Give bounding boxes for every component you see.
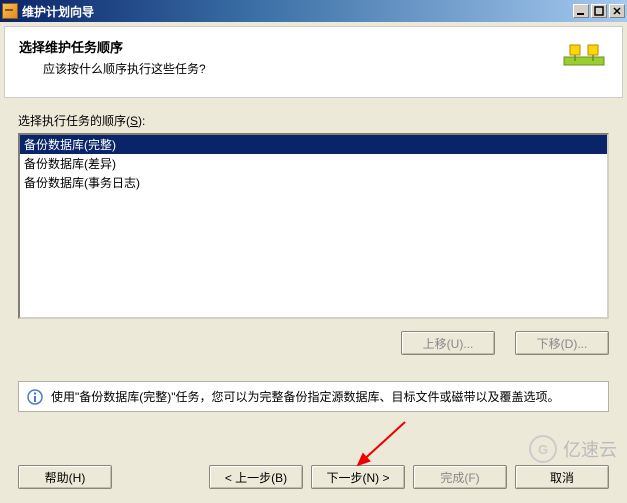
watermark-text: 亿速云 bbox=[563, 436, 617, 462]
window-title: 维护计划向导 bbox=[22, 3, 571, 20]
cancel-button[interactable]: 取消 bbox=[515, 465, 609, 489]
info-icon bbox=[27, 389, 43, 405]
watermark: G 亿速云 bbox=[529, 435, 617, 463]
close-button[interactable] bbox=[609, 4, 625, 18]
app-icon bbox=[2, 3, 18, 19]
wizard-icon bbox=[560, 37, 608, 85]
move-down-button[interactable]: 下移(D)... bbox=[515, 331, 609, 355]
back-button[interactable]: < 上一步(B) bbox=[209, 465, 303, 489]
annotation-arrow-icon bbox=[350, 417, 410, 470]
info-text: 使用"备份数据库(完整)"任务，您可以为完整备份指定源数据库、目标文件或磁带以及… bbox=[51, 388, 560, 405]
list-label: 选择执行任务的顺序(S): bbox=[18, 112, 609, 129]
wizard-body: 选择执行任务的顺序(S): 备份数据库(完整) 备份数据库(差异) 备份数据库(… bbox=[0, 102, 627, 365]
help-button[interactable]: 帮助(H) bbox=[18, 465, 112, 489]
task-order-listbox[interactable]: 备份数据库(完整) 备份数据库(差异) 备份数据库(事务日志) bbox=[18, 133, 609, 319]
list-item[interactable]: 备份数据库(事务日志) bbox=[20, 173, 607, 192]
window-controls bbox=[571, 4, 625, 18]
move-buttons: 上移(U)... 下移(D)... bbox=[18, 331, 609, 355]
wizard-footer: 帮助(H) < 上一步(B) 下一步(N) > 完成(F) 取消 bbox=[0, 465, 627, 489]
wizard-content: 选择维护任务顺序 应该按什么顺序执行这些任务? 选择执行任务的顺序(S): 备份… bbox=[0, 26, 627, 412]
next-button[interactable]: 下一步(N) > bbox=[311, 465, 405, 489]
move-up-button[interactable]: 上移(U)... bbox=[401, 331, 495, 355]
wizard-header: 选择维护任务顺序 应该按什么顺序执行这些任务? bbox=[4, 26, 623, 98]
minimize-button[interactable] bbox=[573, 4, 589, 18]
list-item[interactable]: 备份数据库(差异) bbox=[20, 154, 607, 173]
info-panel: 使用"备份数据库(完整)"任务，您可以为完整备份指定源数据库、目标文件或磁带以及… bbox=[18, 381, 609, 412]
maximize-button[interactable] bbox=[591, 4, 607, 18]
watermark-logo-icon: G bbox=[529, 435, 557, 463]
page-title: 选择维护任务顺序 bbox=[19, 37, 552, 56]
titlebar: 维护计划向导 bbox=[0, 0, 627, 22]
list-item[interactable]: 备份数据库(完整) bbox=[20, 135, 607, 154]
header-text: 选择维护任务顺序 应该按什么顺序执行这些任务? bbox=[19, 37, 552, 77]
page-subtitle: 应该按什么顺序执行这些任务? bbox=[19, 60, 552, 77]
finish-button[interactable]: 完成(F) bbox=[413, 465, 507, 489]
